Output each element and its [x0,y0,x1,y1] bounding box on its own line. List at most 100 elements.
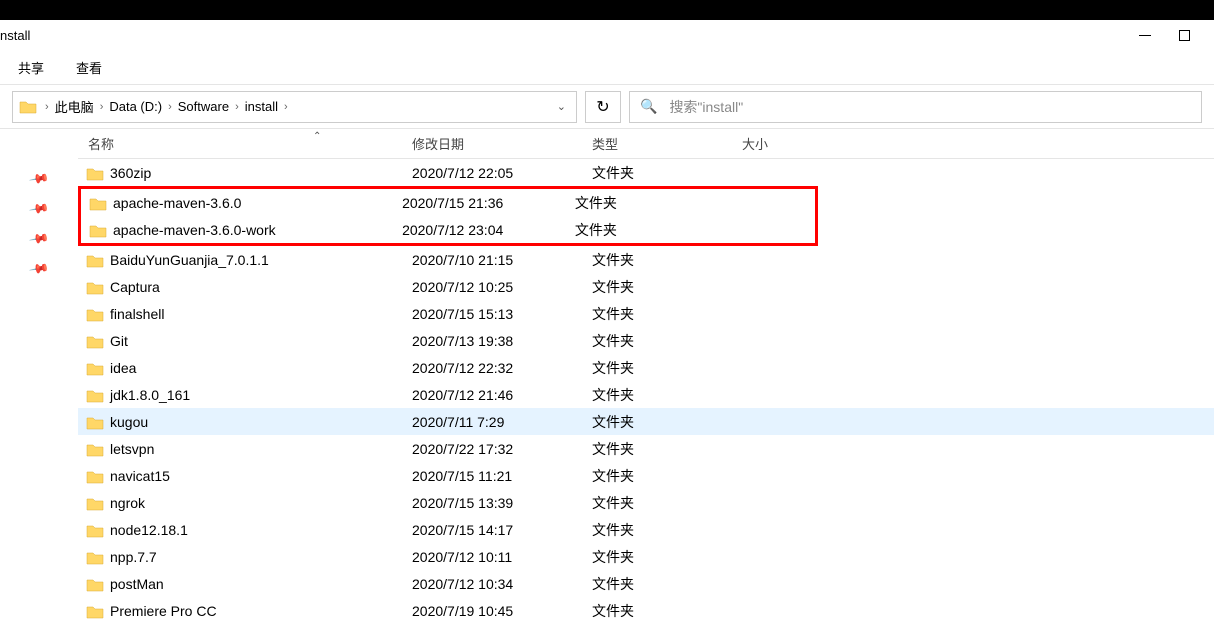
folder-icon [86,442,104,456]
table-row[interactable]: apache-maven-3.6.02020/7/15 21:36文件夹 [81,189,815,216]
table-row[interactable]: BaiduYunGuanjia_7.0.1.12020/7/10 21:15文件… [78,246,1214,273]
folder-icon [86,253,104,267]
file-name-cell: apache-maven-3.6.0-work [89,222,402,238]
refresh-icon: ↻ [596,97,609,117]
file-type: 文件夹 [592,385,742,405]
table-row[interactable]: navicat152020/7/15 11:21文件夹 [78,462,1214,489]
file-date: 2020/7/12 23:04 [402,222,575,238]
file-name: npp.7.7 [110,549,157,565]
file-date: 2020/7/12 10:11 [412,549,592,565]
file-name: apache-maven-3.6.0-work [113,222,276,238]
file-type: 文件夹 [592,277,742,297]
column-header-date[interactable]: 修改日期 [412,134,592,153]
file-name-cell: Git [86,333,412,349]
file-type: 文件夹 [592,163,742,183]
file-name-cell: BaiduYunGuanjia_7.0.1.1 [86,252,412,268]
folder-icon [86,496,104,510]
file-date: 2020/7/11 7:29 [412,414,592,430]
breadcrumb-software[interactable]: Software [174,99,233,114]
pin-icon[interactable]: 📌 [28,228,50,250]
file-name: node12.18.1 [110,522,188,538]
table-row[interactable]: node12.18.12020/7/15 14:17文件夹 [78,516,1214,543]
file-type: 文件夹 [592,439,742,459]
folder-icon [86,415,104,429]
chevron-down-icon[interactable]: ⌄ [557,100,566,113]
column-header-type[interactable]: 类型 [592,134,742,153]
table-row[interactable]: kugou2020/7/11 7:29文件夹 [78,408,1214,435]
file-date: 2020/7/12 22:05 [412,165,592,181]
file-name-cell: apache-maven-3.6.0 [89,195,402,211]
table-row[interactable]: postMan2020/7/12 10:34文件夹 [78,570,1214,597]
minimize-icon[interactable] [1139,35,1151,36]
file-type: 文件夹 [592,358,742,378]
table-row[interactable]: npp.7.72020/7/12 10:11文件夹 [78,543,1214,570]
table-row[interactable]: idea2020/7/12 22:32文件夹 [78,354,1214,381]
table-row[interactable]: Captura2020/7/12 10:25文件夹 [78,273,1214,300]
file-name: ngrok [110,495,145,511]
file-name-cell: postMan [86,576,412,592]
file-name-cell: node12.18.1 [86,522,412,538]
table-row[interactable]: Git2020/7/13 19:38文件夹 [78,327,1214,354]
search-input[interactable]: 🔍 搜索"install" [629,91,1202,123]
file-rows: 360zip2020/7/12 22:05文件夹apache-maven-3.6… [78,159,1214,624]
refresh-button[interactable]: ↻ [585,91,621,123]
folder-icon [86,307,104,321]
table-row[interactable]: jdk1.8.0_1612020/7/12 21:46文件夹 [78,381,1214,408]
file-date: 2020/7/12 10:25 [412,279,592,295]
file-name-cell: finalshell [86,306,412,322]
highlight-annotation: apache-maven-3.6.02020/7/15 21:36文件夹apac… [78,186,818,246]
file-date: 2020/7/15 13:39 [412,495,592,511]
pin-icon[interactable]: 📌 [28,198,50,220]
column-header-name[interactable]: 名称 [86,134,412,153]
file-date: 2020/7/19 10:45 [412,603,592,619]
file-date: 2020/7/15 21:36 [402,195,575,211]
breadcrumb-install[interactable]: install [241,99,282,114]
folder-icon [86,523,104,537]
folder-icon [86,469,104,483]
chevron-right-icon[interactable]: › [166,101,174,113]
column-header-size[interactable]: 大小 [742,134,842,153]
file-date: 2020/7/22 17:32 [412,441,592,457]
window-title: nstall [0,28,30,43]
table-row[interactable]: ngrok2020/7/15 13:39文件夹 [78,489,1214,516]
file-name: kugou [110,414,148,430]
file-name-cell: npp.7.7 [86,549,412,565]
file-name-cell: ngrok [86,495,412,511]
folder-path-icon [19,98,37,116]
file-list-content: ⌃ 名称 修改日期 类型 大小 360zip2020/7/12 22:05文件夹… [78,129,1214,631]
table-row[interactable]: finalshell2020/7/15 15:13文件夹 [78,300,1214,327]
file-name: Premiere Pro CC [110,603,217,619]
folder-icon [86,334,104,348]
pin-icon[interactable]: 📌 [28,168,50,190]
window-controls [1139,30,1214,41]
chevron-right-icon[interactable]: › [43,101,51,113]
maximize-icon[interactable] [1179,30,1190,41]
file-name: Git [110,333,128,349]
table-row[interactable]: letsvpn2020/7/22 17:32文件夹 [78,435,1214,462]
search-icon: 🔍 [640,98,657,115]
table-row[interactable]: 360zip2020/7/12 22:05文件夹 [78,159,1214,186]
file-name: navicat15 [110,468,170,484]
file-type: 文件夹 [592,250,742,270]
folder-icon [86,361,104,375]
file-type: 文件夹 [592,466,742,486]
breadcrumb[interactable]: › 此电脑 › Data (D:) › Software › install ›… [12,91,577,123]
breadcrumb-pc[interactable]: 此电脑 [51,97,98,116]
table-row[interactable]: apache-maven-3.6.0-work2020/7/12 23:04文件… [81,216,815,243]
folder-icon [86,280,104,294]
chevron-right-icon[interactable]: › [233,101,241,113]
chevron-right-icon[interactable]: › [282,101,290,113]
file-name-cell: kugou [86,414,412,430]
chevron-right-icon[interactable]: › [98,101,106,113]
file-date: 2020/7/12 21:46 [412,387,592,403]
file-date: 2020/7/12 10:34 [412,576,592,592]
breadcrumb-drive[interactable]: Data (D:) [105,99,166,114]
file-date: 2020/7/15 14:17 [412,522,592,538]
column-headers: ⌃ 名称 修改日期 类型 大小 [78,129,1214,159]
tab-view[interactable]: 查看 [76,58,102,77]
pin-icon[interactable]: 📌 [28,258,50,280]
tab-share[interactable]: 共享 [18,58,44,77]
title-bar: nstall [0,20,1214,50]
file-type: 文件夹 [575,193,719,213]
table-row[interactable]: Premiere Pro CC2020/7/19 10:45文件夹 [78,597,1214,624]
